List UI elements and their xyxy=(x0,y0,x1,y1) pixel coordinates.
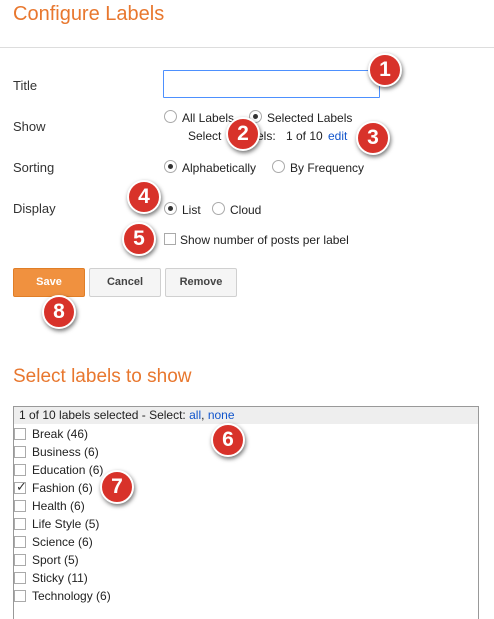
remove-button[interactable]: Remove xyxy=(165,268,237,297)
label-checkbox[interactable] xyxy=(14,590,26,602)
callout-badge-2: 2 xyxy=(226,117,260,151)
display-list-radio[interactable] xyxy=(164,202,177,215)
label-checkbox[interactable] xyxy=(14,536,26,548)
labels-list-header: 1 of 10 labels selected - Select: all, n… xyxy=(14,407,478,424)
label-checkbox[interactable] xyxy=(14,572,26,584)
label-item-text: Technology (6) xyxy=(32,589,111,603)
label-checkbox[interactable] xyxy=(14,554,26,566)
selected-count: 1 of 10 xyxy=(286,129,323,143)
show-posts-checkbox[interactable] xyxy=(164,233,176,245)
selection-status: 1 of 10 labels selected - Select: xyxy=(19,408,186,422)
label-item-text: Life Style (5) xyxy=(32,517,100,531)
select-none-link[interactable]: none xyxy=(208,408,235,422)
edit-link[interactable]: edit xyxy=(328,129,347,143)
title-label: Title xyxy=(13,78,38,93)
label-checkbox[interactable] xyxy=(14,446,26,458)
sort-freq-label[interactable]: By Frequency xyxy=(290,161,364,175)
callout-badge-6: 6 xyxy=(211,423,245,457)
sort-freq-radio[interactable] xyxy=(272,160,285,173)
display-label: Display xyxy=(13,201,56,216)
sorting-label: Sorting xyxy=(13,160,55,175)
callout-badge-4: 4 xyxy=(127,180,161,214)
page-title: Configure Labels xyxy=(13,3,165,25)
label-item-text: Science (6) xyxy=(32,535,93,549)
select-labels-title: Select labels to show xyxy=(13,366,192,387)
display-cloud-label[interactable]: Cloud xyxy=(230,203,261,217)
display-list-label[interactable]: List xyxy=(182,203,201,217)
label-item-text: Break (46) xyxy=(32,427,89,441)
show-label: Show xyxy=(13,119,46,134)
select-all-link[interactable]: all xyxy=(189,408,201,422)
callout-badge-3: 3 xyxy=(356,121,390,155)
sort-alpha-radio[interactable] xyxy=(164,160,177,173)
label-item-text: Education (6) xyxy=(32,463,104,477)
callout-badge-8: 8 xyxy=(42,295,76,329)
checkmark-icon: ✓ xyxy=(16,479,27,494)
label-checkbox[interactable] xyxy=(14,428,26,440)
divider xyxy=(0,47,494,48)
label-checkbox[interactable] xyxy=(14,518,26,530)
selected-summary-prefix: Select xyxy=(188,129,222,143)
show-all-radio[interactable] xyxy=(164,110,177,123)
label-checkbox[interactable] xyxy=(14,464,26,476)
label-item-text: Business (6) xyxy=(32,445,99,459)
show-all-label[interactable]: All Labels xyxy=(182,111,234,125)
display-cloud-radio[interactable] xyxy=(212,202,225,215)
label-item-text: Sport (5) xyxy=(32,553,79,567)
cancel-button[interactable]: Cancel xyxy=(89,268,161,297)
label-checkbox-checked[interactable]: ✓ xyxy=(14,479,27,494)
title-input[interactable] xyxy=(163,70,380,98)
label-item-text: Health (6) xyxy=(32,499,85,513)
label-checkbox[interactable] xyxy=(14,500,26,512)
callout-badge-5: 5 xyxy=(122,222,156,256)
show-selected-label[interactable]: Selected Labels xyxy=(267,111,352,125)
select-separator: , xyxy=(201,408,205,422)
sort-alpha-label[interactable]: Alphabetically xyxy=(182,161,256,175)
callout-badge-1: 1 xyxy=(368,53,402,87)
show-posts-label[interactable]: Show number of posts per label xyxy=(180,233,349,247)
callout-badge-7: 7 xyxy=(100,470,134,504)
label-item-text: Sticky (11) xyxy=(32,571,88,585)
label-item-text: Fashion (6) xyxy=(32,481,93,495)
save-button[interactable]: Save xyxy=(13,268,85,297)
